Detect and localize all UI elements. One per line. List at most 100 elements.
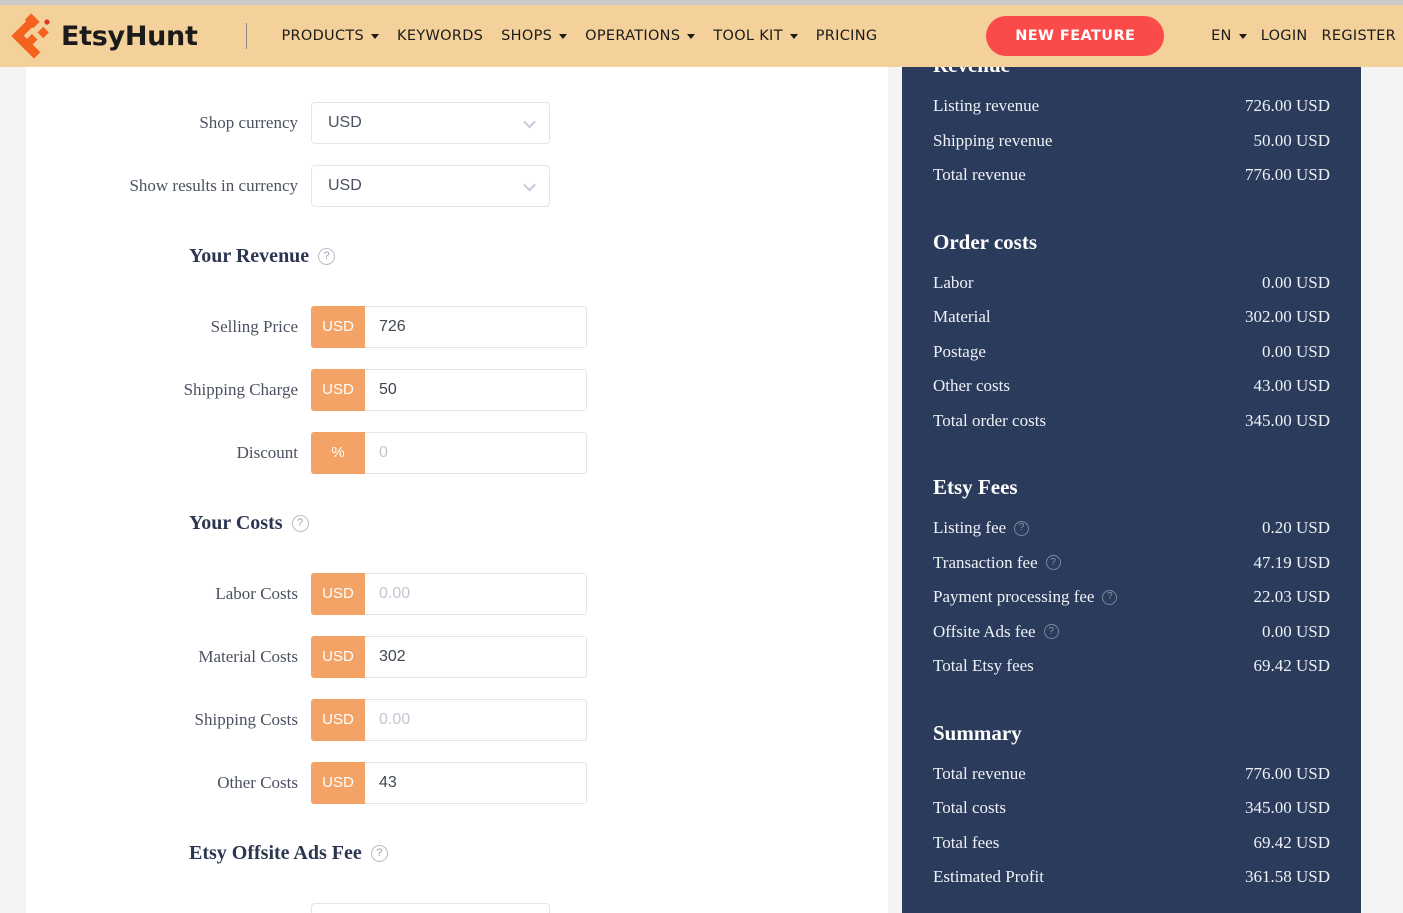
- shipping-charge-label: Shipping Charge: [26, 380, 311, 400]
- new-feature-button[interactable]: NEW FEATURE: [986, 16, 1164, 56]
- page-root: EtsyHunt PRODUCTS KEYWORDS SHOPS OPERATI…: [0, 0, 1403, 913]
- summary-row-total-etsy-fees: Total Etsy fees 69.42 USD: [933, 649, 1330, 684]
- register-link[interactable]: REGISTER: [1315, 22, 1403, 50]
- summary-row-offsite-ads-fee: Offsite Ads fee ? 0.00 USD: [933, 615, 1330, 650]
- results-summary-panel: Revenue Listing revenue 726.00 USD Shipp…: [902, 67, 1361, 913]
- nav-label: PRICING: [816, 28, 878, 44]
- summary-heading: Summary: [933, 721, 1330, 746]
- discount-input[interactable]: [365, 432, 587, 474]
- summary-row-total-revenue: Total revenue 776.00 USD: [933, 158, 1330, 193]
- form-row-shipping-charge: Shipping Charge USD: [26, 358, 888, 421]
- section-label: Etsy Offsite Ads Fee: [189, 842, 362, 865]
- row-value: 726.00 USD: [1245, 96, 1330, 116]
- form-row-shop-currency: Shop currency USD: [26, 91, 888, 154]
- nav-label: KEYWORDS: [397, 28, 483, 44]
- nav-label: TOOL KIT: [713, 28, 782, 44]
- row-label: Labor: [933, 273, 974, 293]
- row-label: Postage: [933, 342, 986, 362]
- help-icon[interactable]: ?: [1014, 521, 1029, 536]
- row-value: 43.00 USD: [1253, 376, 1330, 396]
- shipping-costs-input[interactable]: [365, 699, 587, 741]
- selling-price-input[interactable]: [365, 306, 587, 348]
- help-icon[interactable]: ?: [371, 845, 388, 862]
- site-header: EtsyHunt PRODUCTS KEYWORDS SHOPS OPERATI…: [0, 5, 1403, 67]
- shipping-charge-input[interactable]: [365, 369, 587, 411]
- selling-price-group: USD: [311, 306, 587, 348]
- row-value: 776.00 USD: [1245, 165, 1330, 185]
- summary-row-payment-processing-fee: Payment processing fee ? 22.03 USD: [933, 580, 1330, 615]
- chevron-down-icon: [559, 34, 567, 39]
- row-label: Estimated Profit: [933, 867, 1044, 887]
- currency-unit-tag: USD: [311, 369, 365, 411]
- section-title-your-revenue: Your Revenue ?: [26, 245, 888, 268]
- shop-currency-label: Shop currency: [26, 113, 311, 133]
- summary-row-transaction-fee: Transaction fee ? 47.19 USD: [933, 546, 1330, 581]
- row-value: 50.00 USD: [1253, 131, 1330, 151]
- form-row-selling-price: Selling Price USD: [26, 295, 888, 358]
- labor-costs-input[interactable]: [365, 573, 587, 615]
- brand-name: EtsyHunt: [61, 21, 198, 52]
- row-value: 69.42 USD: [1253, 833, 1330, 853]
- row-label: Payment processing fee: [933, 587, 1094, 607]
- summary-heading: Order costs: [933, 230, 1330, 255]
- row-label: Total Etsy fees: [933, 656, 1034, 676]
- nav-item-tool-kit[interactable]: TOOL KIT: [704, 22, 806, 50]
- section-label: Your Revenue: [189, 245, 309, 268]
- form-row-other-costs: Other Costs USD: [26, 751, 888, 814]
- chevron-down-icon: [790, 34, 798, 39]
- summary-row-listing-fee: Listing fee ? 0.20 USD: [933, 511, 1330, 546]
- summary-block-order-costs: Order costs Labor 0.00 USD Material 302.…: [933, 230, 1330, 439]
- currency-unit-tag: USD: [311, 636, 365, 678]
- help-icon[interactable]: ?: [1044, 624, 1059, 639]
- nav-item-products[interactable]: PRODUCTS: [272, 22, 388, 50]
- nav-item-operations[interactable]: OPERATIONS: [576, 22, 704, 50]
- summary-row-total-costs: Total costs 345.00 USD: [933, 791, 1330, 826]
- help-icon[interactable]: ?: [318, 248, 335, 265]
- etsyhunt-diamond-logo-icon: [8, 10, 60, 62]
- row-value: 0.00 USD: [1262, 273, 1330, 293]
- row-label: Total fees: [933, 833, 999, 853]
- row-label: Total revenue: [933, 165, 1026, 185]
- shipping-costs-group: USD: [311, 699, 587, 741]
- language-selector[interactable]: EN: [1204, 22, 1254, 50]
- row-value: 361.58 USD: [1245, 867, 1330, 887]
- brand-logo[interactable]: EtsyHunt: [8, 10, 198, 62]
- login-link[interactable]: LOGIN: [1254, 22, 1315, 50]
- nav-label: PRODUCTS: [281, 28, 364, 44]
- results-currency-value: USD: [312, 177, 362, 195]
- shop-currency-select[interactable]: USD: [311, 102, 550, 144]
- header-divider: [246, 23, 247, 49]
- row-label: Listing fee: [933, 518, 1006, 538]
- form-row-material-costs: Material Costs USD: [26, 625, 888, 688]
- nav-item-pricing[interactable]: PRICING: [807, 22, 887, 50]
- fee-percentage-select[interactable]: 0%: [311, 903, 550, 913]
- summary-row-material: Material 302.00 USD: [933, 300, 1330, 335]
- form-row-shipping-costs: Shipping Costs USD: [26, 688, 888, 751]
- shop-currency-value: USD: [312, 114, 362, 132]
- shipping-charge-group: USD: [311, 369, 587, 411]
- discount-group: %: [311, 432, 587, 474]
- other-costs-group: USD: [311, 762, 587, 804]
- help-icon[interactable]: ?: [292, 515, 309, 532]
- results-currency-label: Show results in currency: [26, 176, 311, 196]
- row-label: Shipping revenue: [933, 131, 1052, 151]
- form-row-fee-percentage: Fee Precentage 0%: [26, 892, 888, 913]
- summary-heading: Etsy Fees: [933, 475, 1330, 500]
- summary-row-estimated-profit: Estimated Profit 361.58 USD: [933, 860, 1330, 895]
- other-costs-input[interactable]: [365, 762, 587, 804]
- labor-costs-label: Labor Costs: [26, 584, 311, 604]
- summary-block-etsy-fees: Etsy Fees Listing fee ? 0.20 USD Transac…: [933, 475, 1330, 684]
- row-value: 22.03 USD: [1253, 587, 1330, 607]
- material-costs-input[interactable]: [365, 636, 587, 678]
- nav-item-keywords[interactable]: KEYWORDS: [388, 22, 492, 50]
- results-currency-select[interactable]: USD: [311, 165, 550, 207]
- help-icon[interactable]: ?: [1046, 555, 1061, 570]
- row-value: 0.00 USD: [1262, 622, 1330, 642]
- form-row-labor-costs: Labor Costs USD: [26, 562, 888, 625]
- nav-item-shops[interactable]: SHOPS: [492, 22, 576, 50]
- help-icon[interactable]: ?: [1102, 590, 1117, 605]
- chevron-down-icon: [523, 115, 536, 128]
- row-label: Other costs: [933, 376, 1010, 396]
- other-costs-label: Other Costs: [26, 773, 311, 793]
- row-label: Listing revenue: [933, 96, 1039, 116]
